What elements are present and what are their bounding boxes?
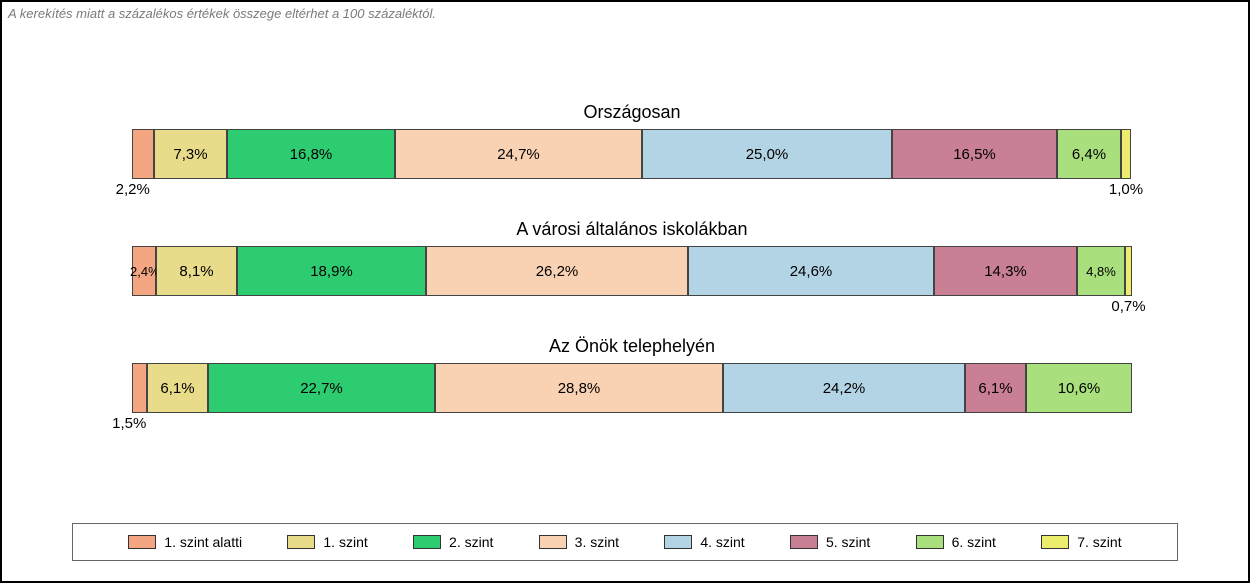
legend-label: 2. szint [449, 534, 493, 550]
bar-group-onok: Az Önök telephelyén 1,5% 1,5% 6,1% 22,7%… [132, 336, 1132, 413]
seg-below-label: 0,7% [1111, 298, 1145, 315]
seg-below-label: 1,0% [1109, 181, 1143, 198]
seg-3: 26,2% [426, 246, 688, 296]
seg-2: 22,7% [208, 363, 435, 413]
seg-3: 24,7% [395, 129, 642, 179]
seg-1: 7,3% [154, 129, 227, 179]
stacked-bar: 2,4% 8,1% 18,9% 26,2% 24,6% 14,3% 4,8% 0… [132, 246, 1132, 296]
bar-title: Országosan [132, 102, 1132, 123]
seg-label: 7,3% [173, 146, 207, 163]
swatch-icon [287, 535, 315, 549]
bar-group-varosi: A városi általános iskolákban 2,4% 8,1% … [132, 219, 1132, 296]
legend-label: 4. szint [700, 534, 744, 550]
seg-5: 14,3% [934, 246, 1077, 296]
seg-2: 18,9% [237, 246, 426, 296]
stacked-bar: 1,5% 1,5% 6,1% 22,7% 28,8% 24,2% 6,1% 10… [132, 363, 1132, 413]
swatch-icon [790, 535, 818, 549]
swatch-icon [128, 535, 156, 549]
legend-label: 1. szint [323, 534, 367, 550]
legend: 1. szint alatti 1. szint 2. szint 3. szi… [72, 523, 1178, 561]
seg-1-alatti: 1,5% 1,5% [132, 363, 147, 413]
seg-label: 24,6% [790, 263, 833, 280]
swatch-icon [539, 535, 567, 549]
legend-item: 2. szint [413, 534, 493, 550]
legend-label: 1. szint alatti [164, 534, 242, 550]
seg-7: 0,7% 0,7% [1125, 246, 1132, 296]
seg-6: 10,6% [1026, 363, 1132, 413]
seg-label: 6,1% [978, 380, 1012, 397]
legend-item: 4. szint [664, 534, 744, 550]
swatch-icon [664, 535, 692, 549]
legend-item: 3. szint [539, 534, 619, 550]
legend-item: 1. szint alatti [128, 534, 242, 550]
seg-label: 24,2% [823, 380, 866, 397]
chart-area: Országosan 2,2% 2,2% 7,3% 16,8% 24,7% 25… [132, 102, 1132, 453]
legend-item: 6. szint [916, 534, 996, 550]
seg-7: 1,0% 1,0% [1121, 129, 1131, 179]
legend-label: 3. szint [575, 534, 619, 550]
seg-2: 16,8% [227, 129, 395, 179]
seg-label: 26,2% [536, 263, 579, 280]
seg-1: 8,1% [156, 246, 237, 296]
legend-item: 1. szint [287, 534, 367, 550]
seg-4: 24,2% [723, 363, 965, 413]
seg-6: 6,4% [1057, 129, 1121, 179]
swatch-icon [1041, 535, 1069, 549]
seg-label: 6,4% [1072, 146, 1106, 163]
seg-label: 28,8% [558, 380, 601, 397]
seg-label: 16,8% [290, 146, 333, 163]
seg-below-label: 2,2% [116, 181, 150, 198]
bar-group-orszagosan: Országosan 2,2% 2,2% 7,3% 16,8% 24,7% 25… [132, 102, 1132, 179]
stacked-bar: 2,2% 2,2% 7,3% 16,8% 24,7% 25,0% 16,5% 6… [132, 129, 1132, 179]
seg-label: 6,1% [160, 380, 194, 397]
seg-1: 6,1% [147, 363, 208, 413]
seg-label: 10,6% [1058, 380, 1101, 397]
swatch-icon [916, 535, 944, 549]
legend-label: 6. szint [952, 534, 996, 550]
legend-item: 5. szint [790, 534, 870, 550]
seg-label: 8,1% [179, 263, 213, 280]
seg-1-alatti: 2,2% 2,2% [132, 129, 154, 179]
seg-label: 22,7% [300, 380, 343, 397]
seg-label: 18,9% [310, 263, 353, 280]
seg-5: 6,1% [965, 363, 1026, 413]
legend-label: 5. szint [826, 534, 870, 550]
seg-label: 25,0% [746, 146, 789, 163]
seg-label: 4,8% [1086, 264, 1116, 279]
seg-4: 25,0% [642, 129, 892, 179]
seg-5: 16,5% [892, 129, 1057, 179]
swatch-icon [413, 535, 441, 549]
chart-frame: A kerekítés miatt a százalékos értékek ö… [0, 0, 1250, 583]
seg-below-label: 1,5% [112, 415, 146, 432]
bar-title: Az Önök telephelyén [132, 336, 1132, 357]
legend-label: 7. szint [1077, 534, 1121, 550]
seg-3: 28,8% [435, 363, 723, 413]
rounding-note: A kerekítés miatt a százalékos értékek ö… [8, 6, 436, 21]
seg-6: 4,8% [1077, 246, 1125, 296]
seg-label: 14,3% [984, 263, 1027, 280]
legend-item: 7. szint [1041, 534, 1121, 550]
bar-title: A városi általános iskolákban [132, 219, 1132, 240]
seg-1-alatti: 2,4% [132, 246, 156, 296]
seg-4: 24,6% [688, 246, 934, 296]
seg-label: 24,7% [497, 146, 540, 163]
seg-label: 16,5% [953, 146, 996, 163]
